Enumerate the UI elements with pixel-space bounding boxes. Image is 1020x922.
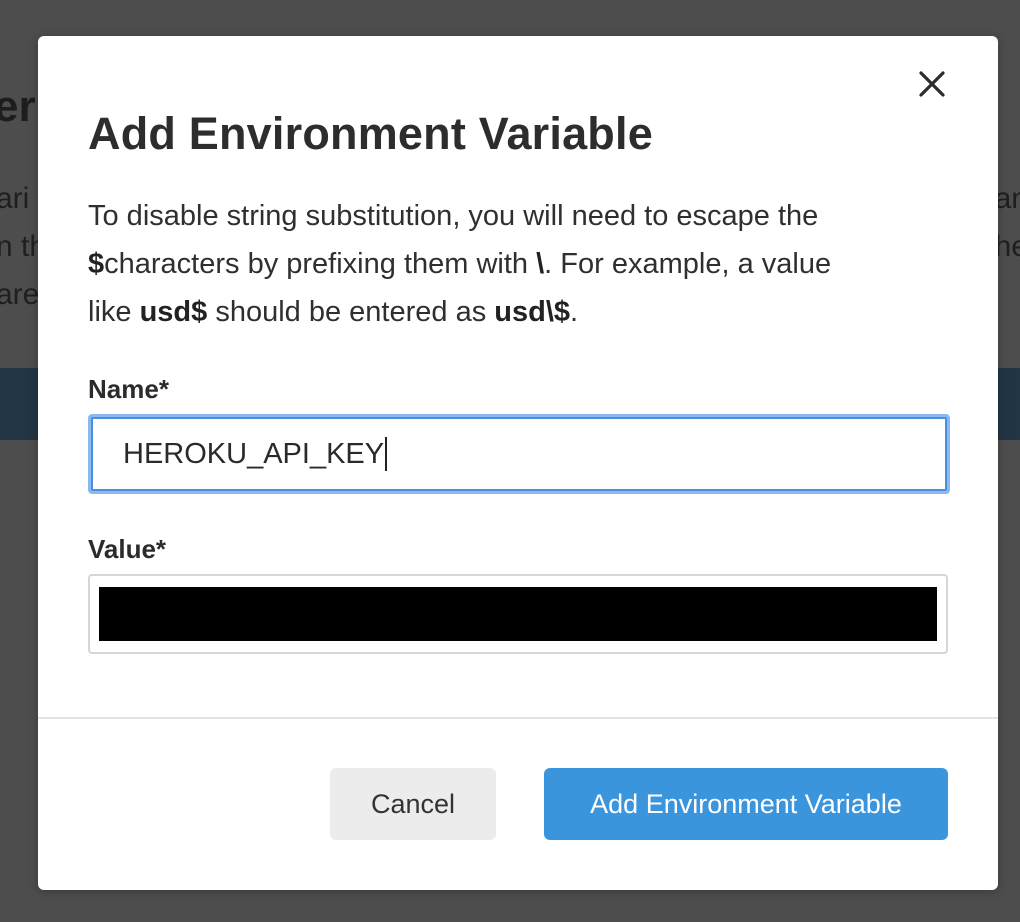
value-input[interactable] (88, 574, 948, 654)
description-text: like (88, 296, 132, 328)
redacted-value (99, 587, 937, 641)
modal-title: Add Environment Variable (88, 108, 653, 159)
cancel-button[interactable]: Cancel (330, 768, 496, 840)
description-text: . (570, 296, 579, 328)
add-env-variable-modal: Add Environment Variable To disable stri… (38, 36, 998, 890)
dollar-symbol: $ (88, 248, 105, 280)
description-text: should be entered as (215, 296, 487, 328)
close-button[interactable] (910, 64, 954, 108)
backslash-symbol: \ (536, 248, 545, 280)
example-value: usd$ (139, 296, 208, 328)
description-line-1: To disable string substitution, you will… (88, 200, 819, 232)
text-caret (385, 437, 388, 471)
description-text: . For example, a value (544, 248, 832, 280)
close-icon (918, 70, 946, 103)
value-field-label: Value* (88, 534, 167, 564)
escaped-example-value: usd\$ (494, 296, 571, 328)
add-environment-variable-button[interactable]: Add Environment Variable (544, 768, 948, 840)
footer-divider (38, 717, 998, 719)
name-input-value: HEROKU_API_KEY (123, 437, 385, 470)
modal-description: To disable string substitution, you will… (88, 192, 918, 336)
name-field-label: Name* (88, 374, 169, 404)
name-input[interactable]: HEROKU_API_KEY (88, 414, 950, 494)
description-text: characters by prefixing them with (104, 248, 529, 280)
